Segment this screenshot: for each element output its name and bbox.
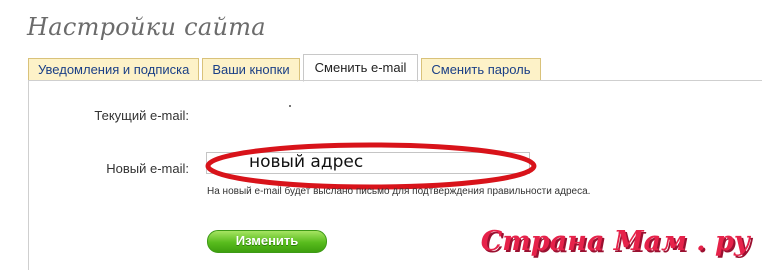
- tab-notifications[interactable]: Уведомления и подписка: [28, 58, 200, 81]
- page-title: Настройки сайта: [27, 13, 266, 41]
- email-hint: На новый e-mail будет выслано письмо для…: [207, 186, 591, 197]
- site-watermark: Страна Мам . ру: [480, 226, 750, 257]
- tab-change-email[interactable]: Сменить e-mail: [302, 54, 419, 82]
- current-email-label: Текущий e-mail:: [94, 108, 189, 123]
- tab-your-buttons[interactable]: Ваши кнопки: [202, 58, 300, 81]
- new-email-label: Новый e-mail:: [106, 161, 189, 176]
- current-email-value: [289, 105, 291, 107]
- tab-change-password[interactable]: Сменить пароль: [421, 58, 541, 81]
- settings-tabs: Уведомления и подписка Ваши кнопки Смени…: [28, 54, 544, 82]
- new-email-field[interactable]: [206, 152, 530, 174]
- change-email-button[interactable]: Изменить: [207, 230, 327, 253]
